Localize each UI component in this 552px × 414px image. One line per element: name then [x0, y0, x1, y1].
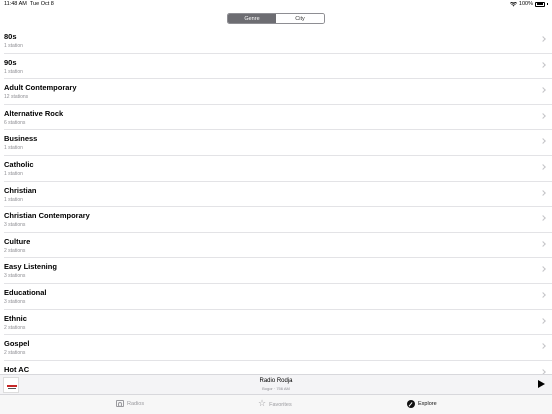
tab-radios[interactable]: Radios: [116, 400, 144, 407]
genre-row[interactable]: Adult Contemporary 12 stations: [4, 79, 552, 105]
genre-row[interactable]: Alternative Rock 6 stations: [4, 105, 552, 131]
genre-name: Gospel: [4, 339, 30, 349]
segment-city[interactable]: City: [276, 14, 324, 23]
genre-name: Educational: [4, 287, 47, 297]
compass-icon: [407, 400, 415, 408]
battery-cap: [547, 3, 548, 5]
battery-icon: [535, 1, 545, 7]
now-playing-bar[interactable]: Radio Rodja Bogor · 756 AM: [0, 374, 552, 394]
genre-row[interactable]: Business 1 station: [4, 130, 552, 156]
station-count: 12 stations: [4, 94, 29, 101]
chevron-right-icon: [540, 215, 546, 221]
genre-name: Ethnic: [4, 313, 27, 323]
genre-name: Adult Contemporary: [4, 83, 77, 93]
genre-row[interactable]: 80s 1 station: [4, 28, 552, 54]
chevron-right-icon: [540, 164, 546, 170]
station-count: 3 stations: [4, 298, 26, 305]
segment-genre[interactable]: Genre: [228, 14, 276, 23]
genre-row[interactable]: Educational 3 stations: [4, 284, 552, 310]
station-count: 3 stations: [4, 222, 26, 229]
chevron-right-icon: [540, 87, 546, 94]
wifi-icon: [509, 1, 517, 6]
radio-icon: [116, 400, 124, 407]
genre-name: Hot AC: [4, 364, 30, 374]
now-playing-title: Radio Rodja: [259, 378, 293, 384]
chevron-right-icon: [540, 317, 546, 324]
status-bar: 11:48 AM Tue Oct 8 100%: [0, 0, 552, 9]
genre-name: Easy Listening: [4, 262, 57, 272]
chevron-right-icon: [540, 189, 546, 196]
chevron-right-icon: [540, 61, 546, 68]
chevron-right-icon: [540, 240, 546, 247]
chevron-right-icon: [540, 292, 546, 298]
genre-name: Alternative Rock: [4, 108, 64, 118]
star-icon: ☆: [258, 399, 267, 409]
genre-row[interactable]: Easy Listening 3 stations: [4, 258, 552, 284]
genre-name: Catholic: [4, 159, 34, 169]
genre-row[interactable]: Culture 2 stations: [4, 233, 552, 259]
play-icon[interactable]: [538, 380, 545, 388]
genre-name: Christian Contemporary: [4, 211, 90, 221]
station-count: 2 stations: [4, 247, 26, 254]
station-count: 1 station: [4, 170, 23, 177]
station-count: 1 station: [4, 145, 23, 152]
chevron-right-icon: [540, 266, 546, 273]
genre-row[interactable]: Gospel 2 stations: [4, 335, 552, 361]
genre-city-segmented-control: Genre City: [227, 13, 325, 24]
genre-row[interactable]: Catholic 1 station: [4, 156, 552, 182]
chevron-right-icon: [540, 112, 546, 119]
tab-label: Radios: [127, 400, 145, 407]
chevron-right-icon: [540, 36, 546, 42]
genre-name: Christian: [4, 185, 37, 195]
genre-row[interactable]: Ethnic 2 stations: [4, 310, 552, 336]
tab-label: Favorites: [269, 401, 292, 408]
genre-row[interactable]: Hot AC: [4, 361, 552, 374]
station-count: 2 stations: [4, 350, 26, 357]
tab-explore[interactable]: Explore: [407, 400, 437, 408]
status-time: 11:48 AM Tue Oct 8: [4, 1, 54, 7]
battery-percent: 100%: [518, 1, 533, 7]
tab-label: Explore: [418, 401, 437, 407]
station-count: 1 station: [4, 68, 23, 75]
chevron-right-icon: [540, 138, 546, 145]
genre-row[interactable]: Christian 1 station: [4, 182, 552, 208]
chevron-right-icon: [540, 343, 546, 349]
station-count: 6 stations: [4, 119, 26, 126]
genre-list: 80s 1 station 90s 1 station Adult Contempo…: [0, 28, 552, 374]
genre-row[interactable]: Christian Contemporary 3 stations: [4, 207, 552, 233]
now-playing-subtitle: Bogor · 756 AM: [262, 386, 290, 391]
tab-bar: Radios ☆ Favorites Explore: [0, 394, 552, 414]
genre-name: Business: [4, 134, 38, 144]
station-count: 2 stations: [4, 324, 26, 331]
tab-favorites[interactable]: ☆ Favorites: [258, 400, 292, 409]
genre-name: 90s: [4, 57, 17, 67]
genre-name: Culture: [4, 236, 31, 246]
station-count: 3 stations: [4, 273, 26, 280]
genre-row[interactable]: 90s 1 station: [4, 54, 552, 80]
status-right: 100%: [509, 1, 548, 7]
station-count: 1 station: [4, 43, 23, 49]
genre-name: 80s: [4, 32, 17, 41]
station-count: 1 station: [4, 196, 23, 203]
